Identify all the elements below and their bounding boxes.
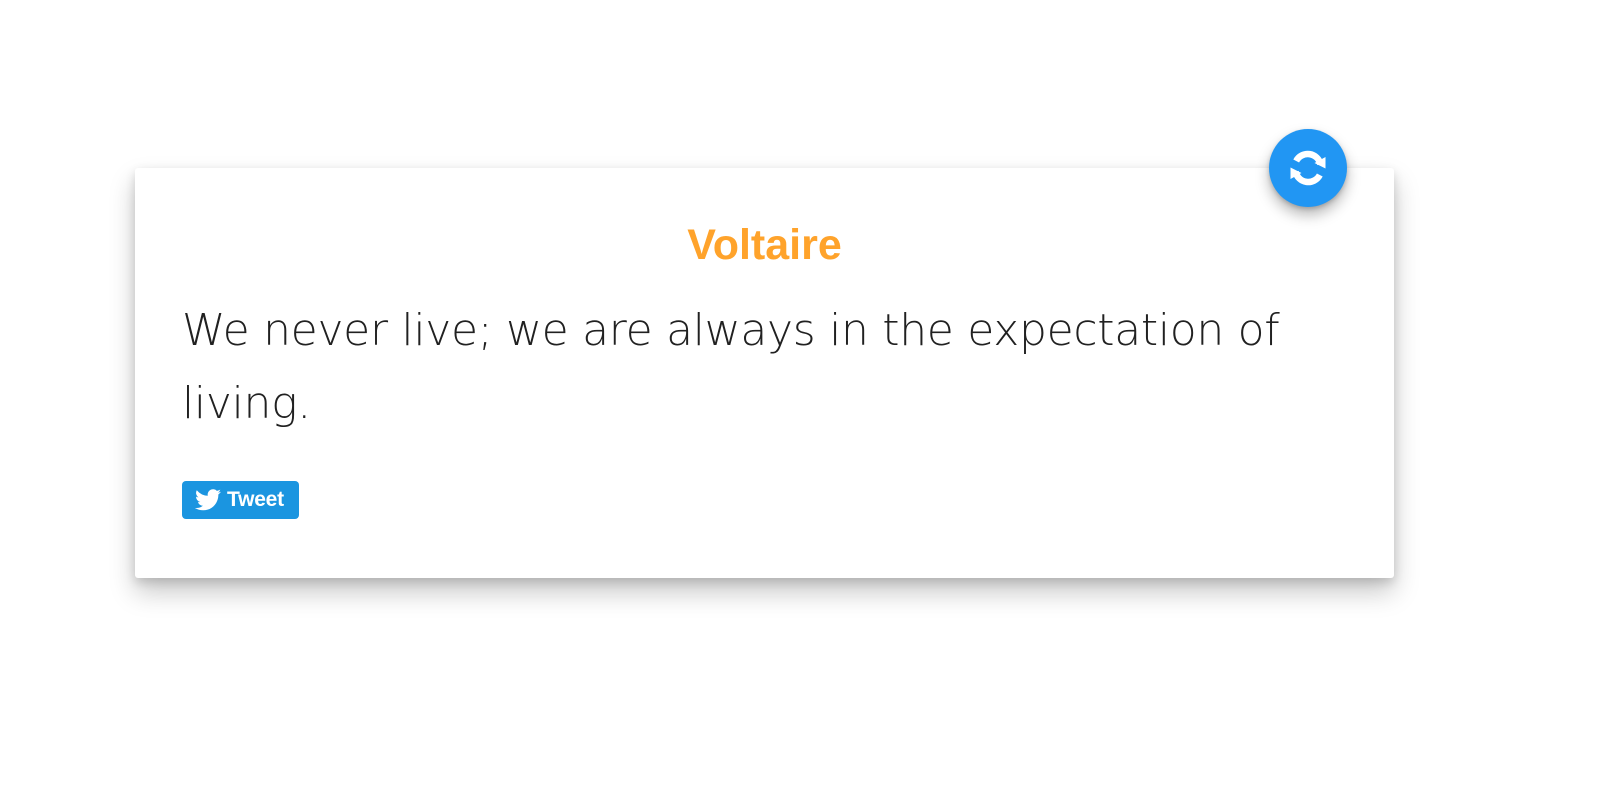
page: Voltaire We never live; we are always in… <box>0 0 1604 794</box>
twitter-bird-icon <box>195 489 221 511</box>
quote-author: Voltaire <box>687 221 842 269</box>
tweet-button[interactable]: Tweet <box>182 481 299 519</box>
new-quote-button[interactable] <box>1269 129 1347 207</box>
refresh-icon <box>1286 146 1330 190</box>
quote-card: Voltaire We never live; we are always in… <box>135 168 1394 578</box>
tweet-label: Tweet <box>227 488 284 511</box>
quote-text: We never live; we are always in the expe… <box>182 305 1280 429</box>
